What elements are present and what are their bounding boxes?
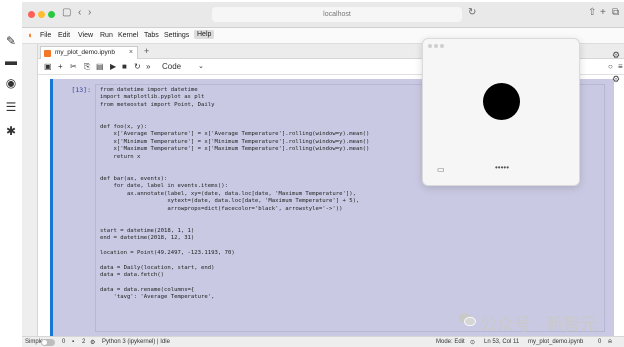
fast-forward-icon[interactable]: » — [146, 62, 150, 71]
count-a: 0 — [62, 339, 66, 345]
kernel-status-icon: ○ — [608, 62, 613, 71]
chevron-down-icon[interactable]: ⌄ — [198, 62, 204, 70]
minimize-window-icon[interactable] — [38, 11, 45, 18]
maximize-window-icon[interactable] — [48, 11, 55, 18]
plot-window-dots: ••••• — [495, 163, 510, 172]
puzzle-icon[interactable]: ✱ — [4, 124, 18, 138]
plot-window-footer: ▭ ••••• — [423, 159, 581, 187]
run-icon[interactable]: ▶ — [110, 62, 116, 71]
code-line[interactable]: data = data.fetch() — [100, 272, 600, 279]
cursor-position[interactable]: Ln 53, Col 11 — [484, 339, 519, 345]
tab-close-icon[interactable]: × — [129, 47, 133, 59]
plot-circle — [483, 83, 520, 120]
code-line[interactable] — [100, 220, 600, 227]
right-settings-icon[interactable]: ⚙ — [612, 74, 620, 85]
cut-icon[interactable]: ✂ — [70, 62, 77, 71]
shield-icon: ⊙ — [470, 340, 476, 346]
plot-window: ▭ ••••• — [422, 38, 580, 186]
status-bar: Simple 0 ▪ 2 ⚙ Python 3 (ipykernel) | Id… — [22, 336, 624, 347]
menu-view[interactable]: View — [78, 32, 93, 39]
code-line[interactable]: 'tavg': 'Average Temperature', — [100, 294, 600, 301]
simple-mode-toggle[interactable] — [41, 339, 55, 346]
tab-notebook[interactable]: my_plot_demo.ipynb × — [40, 46, 138, 59]
edit-mode: Mode: Edit — [436, 339, 465, 345]
address-bar[interactable]: localhost — [212, 7, 462, 22]
bell-icon[interactable]: ⍾ — [608, 339, 612, 346]
menu-settings[interactable]: Settings — [164, 32, 189, 39]
circle-icon[interactable]: ◉ — [4, 76, 18, 90]
file-name: my_plot_demo.ipynb — [528, 339, 584, 345]
left-sidebar — [22, 44, 38, 336]
code-line[interactable]: start = datetime(2018, 1, 1) — [100, 228, 600, 235]
terminal-icon: ▪ — [72, 339, 75, 345]
menu-help[interactable]: Help — [194, 30, 215, 39]
plot-window-minimize-icon[interactable] — [434, 44, 438, 48]
code-line[interactable] — [100, 280, 600, 287]
code-line[interactable]: arrowprops=dict(facecolor='black', arrow… — [100, 206, 600, 213]
close-window-icon[interactable] — [28, 11, 35, 18]
watermark-text: 公众号 · 新智元 — [480, 315, 598, 334]
jupyter-logo-icon: ◖ — [27, 30, 33, 40]
code-line[interactable]: location = Point(49.2497, -123.1193, 70) — [100, 250, 600, 257]
menu-kernel[interactable]: Kernel — [118, 32, 138, 39]
menu-tabs[interactable]: Tabs — [144, 32, 159, 39]
folder-icon[interactable]: ▬ — [4, 54, 18, 68]
code-line[interactable]: data = data.rename(columns={ — [100, 287, 600, 294]
cell-type-select[interactable]: Code — [162, 62, 181, 71]
stop-icon[interactable]: ■ — [122, 62, 127, 71]
forward-icon[interactable]: › — [88, 7, 91, 18]
notebook-icon — [44, 50, 51, 57]
list-icon[interactable]: ☰ — [4, 100, 18, 114]
plot-window-zoom-icon[interactable] — [440, 44, 444, 48]
code-line[interactable] — [100, 257, 600, 264]
code-line[interactable] — [100, 243, 600, 250]
kernel-status[interactable]: Python 3 (ipykernel) | Idle — [102, 339, 170, 345]
code-line[interactable]: ax.annotate(label, xy=(date, data.loc[da… — [100, 191, 600, 198]
monitor-icon[interactable]: ▭ — [437, 165, 445, 174]
browser-chrome: ▢ ‹ › localhost ↻ ⇧ + ⧉ — [22, 2, 624, 28]
copy-icon[interactable]: ⎘ — [84, 62, 90, 72]
share-icon[interactable]: ⇧ — [588, 7, 596, 18]
new-tab-icon[interactable]: + — [600, 7, 606, 18]
menu-edit[interactable]: Edit — [58, 32, 70, 39]
plot-window-close-icon[interactable] — [428, 44, 432, 48]
outer-left-strip: ✎ ▬ ◉ ☰ ✱ — [0, 0, 22, 347]
notification-count: 0 — [598, 339, 602, 345]
insert-cell-icon[interactable]: + — [58, 62, 63, 71]
add-tab-button[interactable]: + — [144, 46, 149, 56]
tab-title: my_plot_demo.ipynb — [55, 49, 115, 56]
pen-icon[interactable]: ✎ — [4, 34, 18, 48]
settings-menu-icon[interactable]: ≡ — [618, 62, 623, 71]
right-gear-icon[interactable]: ⚙ — [612, 50, 620, 61]
code-line[interactable] — [100, 213, 600, 220]
save-icon[interactable]: ▣ — [44, 62, 52, 71]
wechat-icon — [458, 313, 476, 327]
menu-run[interactable]: Run — [100, 32, 113, 39]
back-icon[interactable]: ‹ — [78, 7, 81, 18]
menu-file[interactable]: File — [40, 32, 51, 39]
cell-prompt: [13]: — [71, 86, 91, 94]
code-line[interactable]: data = Daily(location, start, end) — [100, 265, 600, 272]
reload-icon[interactable]: ↻ — [468, 7, 476, 18]
restart-icon[interactable]: ↻ — [134, 62, 141, 71]
code-line[interactable]: end = datetime(2018, 12, 31) — [100, 235, 600, 242]
code-line[interactable]: xytext=(date, data.loc[date, 'Maximum Te… — [100, 198, 600, 205]
sidebar-toggle-icon[interactable]: ▢ — [62, 7, 71, 18]
kernel-icon: ⚙ — [90, 340, 96, 346]
paste-icon[interactable]: ▤ — [96, 62, 104, 71]
tab-overview-icon[interactable]: ⧉ — [612, 7, 619, 18]
count-b: 2 — [82, 339, 86, 345]
